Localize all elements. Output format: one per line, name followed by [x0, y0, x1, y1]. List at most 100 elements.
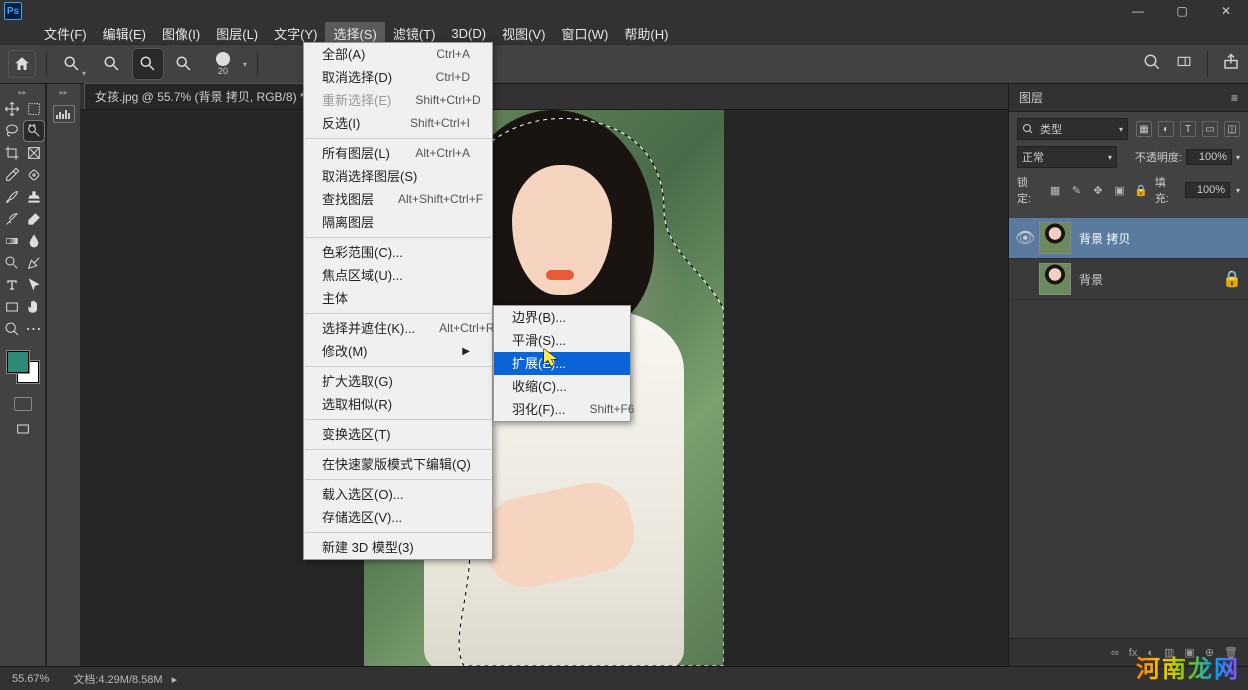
blend-mode-select[interactable]: 正常 ▾	[1017, 146, 1117, 168]
menu-item[interactable]: 反选(I)Shift+Ctrl+I	[304, 112, 492, 135]
healing-tool-icon[interactable]	[24, 165, 44, 185]
search-icon[interactable]	[1143, 53, 1161, 76]
menu-item[interactable]: 变换选区(T)	[304, 423, 492, 446]
edit-toolbar-icon[interactable]: ⋯	[24, 319, 44, 339]
submenu-item[interactable]: 收缩(C)...	[494, 375, 630, 398]
panel-footer-icon[interactable]: ∞	[1111, 647, 1119, 659]
opacity-value[interactable]: 100%	[1186, 149, 1232, 165]
hand-tool-icon[interactable]	[24, 297, 44, 317]
foreground-color-swatch[interactable]	[7, 351, 29, 373]
zoom-tool-icon[interactable]	[2, 319, 22, 339]
menu-item[interactable]: 查找图层Alt+Shift+Ctrl+F	[304, 188, 492, 211]
brush-tool-icon[interactable]	[2, 187, 22, 207]
submenu-item[interactable]: 扩展(E)...	[494, 352, 630, 375]
frame-tool-icon[interactable]	[24, 143, 44, 163]
menu-item[interactable]: 取消选择(D)Ctrl+D	[304, 66, 492, 89]
menu-item[interactable]: 窗口(W)	[553, 22, 616, 45]
lock-position-icon[interactable]: ✥	[1090, 182, 1106, 198]
lock-brush-icon[interactable]: ✎	[1069, 182, 1085, 198]
quick-mask-icon[interactable]	[14, 397, 32, 411]
type-tool-icon[interactable]	[2, 275, 22, 295]
eraser-tool-icon[interactable]	[24, 209, 44, 229]
menu-item[interactable]: 在快速蒙版模式下编辑(Q)	[304, 453, 492, 476]
fill-value[interactable]: 100%	[1185, 182, 1230, 198]
menu-item[interactable]: 选择并遮住(K)...Alt+Ctrl+R	[304, 317, 492, 340]
filter-shape-icon[interactable]: ▭	[1202, 121, 1218, 137]
menu-item[interactable]: 全部(A)Ctrl+A	[304, 43, 492, 66]
new-selection-icon[interactable]	[97, 49, 127, 79]
dodge-tool-icon[interactable]	[2, 253, 22, 273]
layer-name-label: 背景 拷贝	[1079, 230, 1130, 247]
menu-item[interactable]: 3D(D)	[443, 24, 494, 43]
layer-filter-select[interactable]: 类型 ▾	[1017, 118, 1128, 140]
quick-select-tool-icon[interactable]	[24, 121, 44, 141]
document-tab[interactable]: 女孩.jpg @ 55.7% (背景 拷贝, RGB/8) *	[84, 83, 316, 109]
menu-item[interactable]: 隔离图层	[304, 211, 492, 234]
brush-picker[interactable]: 20 ▾	[209, 50, 247, 78]
tools-panel: ▸▸ ⋯	[0, 84, 46, 666]
menu-item[interactable]: 存储选区(V)...	[304, 506, 492, 529]
menu-item[interactable]: 扩大选取(G)	[304, 370, 492, 393]
rectangle-tool-icon[interactable]	[2, 297, 22, 317]
add-selection-icon[interactable]	[133, 49, 163, 79]
menu-item[interactable]: 所有图层(L)Alt+Ctrl+A	[304, 142, 492, 165]
crop-tool-icon[interactable]	[2, 143, 22, 163]
menu-item[interactable]: 图层(L)	[208, 22, 266, 45]
gradient-tool-icon[interactable]	[2, 231, 22, 251]
filter-pixel-icon[interactable]: ▦	[1136, 121, 1152, 137]
select-menu-dropdown: 全部(A)Ctrl+A取消选择(D)Ctrl+D重新选择(E)Shift+Ctr…	[303, 42, 493, 560]
menu-item[interactable]: 选取相似(R)	[304, 393, 492, 416]
workspace-icon[interactable]	[1175, 55, 1193, 74]
app-logo: Ps	[4, 2, 22, 20]
history-brush-icon[interactable]	[2, 209, 22, 229]
pen-tool-icon[interactable]	[24, 253, 44, 273]
path-select-icon[interactable]	[24, 275, 44, 295]
close-button[interactable]: ✕	[1204, 0, 1248, 22]
subtract-selection-icon[interactable]	[169, 49, 199, 79]
filter-adjust-icon[interactable]: ◐	[1158, 121, 1174, 137]
menu-item[interactable]: 编辑(E)	[95, 22, 154, 45]
menu-item[interactable]: 文件(F)	[36, 22, 95, 45]
menu-item[interactable]: 主体	[304, 287, 492, 310]
menu-item[interactable]: 取消选择图层(S)	[304, 165, 492, 188]
zoom-level[interactable]: 55.67%	[12, 673, 49, 685]
artboard-tool-icon[interactable]	[24, 99, 44, 119]
document-tabs: 女孩.jpg @ 55.7% (背景 拷贝, RGB/8) *	[80, 84, 1008, 110]
lasso-tool-icon[interactable]	[2, 121, 22, 141]
menu-item[interactable]: 修改(M)▶	[304, 340, 492, 363]
collapsed-panel-strip: ▸▸	[46, 84, 80, 666]
menu-item[interactable]: 视图(V)	[494, 22, 553, 45]
menu-item[interactable]: 载入选区(O)...	[304, 483, 492, 506]
eyedropper-tool-icon[interactable]	[2, 165, 22, 185]
menu-item[interactable]: 图像(I)	[154, 22, 208, 45]
screen-mode-icon[interactable]	[13, 419, 33, 439]
collapsed-panel-icon[interactable]	[53, 105, 75, 123]
menu-item[interactable]: 帮助(H)	[616, 22, 676, 45]
layers-panel-tab[interactable]: 图层 ≡	[1009, 84, 1248, 112]
home-button[interactable]	[8, 50, 36, 78]
menu-item[interactable]: 新建 3D 模型(3)	[304, 536, 492, 559]
menu-item[interactable]: 焦点区域(U)...	[304, 264, 492, 287]
menu-item[interactable]: 色彩范围(C)...	[304, 241, 492, 264]
move-tool-icon[interactable]	[2, 99, 22, 119]
lock-all-icon[interactable]: 🔒	[1133, 182, 1149, 198]
filter-type-icon[interactable]: T	[1180, 121, 1196, 137]
lock-pixels-icon[interactable]: ▦	[1047, 182, 1063, 198]
layer-row[interactable]: 👁 背景 拷贝	[1009, 218, 1248, 259]
panel-menu-icon[interactable]: ≡	[1231, 91, 1238, 105]
share-icon[interactable]	[1222, 53, 1240, 76]
minimize-button[interactable]: —	[1116, 0, 1160, 22]
filter-smart-icon[interactable]: ◫	[1224, 121, 1240, 137]
submenu-item[interactable]: 边界(B)...	[494, 306, 630, 329]
submenu-item[interactable]: 平滑(S)...	[494, 329, 630, 352]
blur-tool-icon[interactable]	[24, 231, 44, 251]
stamp-tool-icon[interactable]	[24, 187, 44, 207]
maximize-button[interactable]: ▢	[1160, 0, 1204, 22]
lock-artboard-icon[interactable]: ▣	[1112, 182, 1128, 198]
color-swatches[interactable]	[5, 349, 41, 385]
layer-row[interactable]: 背景🔒	[1009, 259, 1248, 300]
tool-preset-picker[interactable]: ▾	[57, 49, 87, 79]
submenu-item[interactable]: 羽化(F)...Shift+F6	[494, 398, 630, 421]
visibility-icon[interactable]: 👁	[1015, 228, 1031, 248]
options-bar: ▾ 20 ▾	[0, 44, 1248, 84]
